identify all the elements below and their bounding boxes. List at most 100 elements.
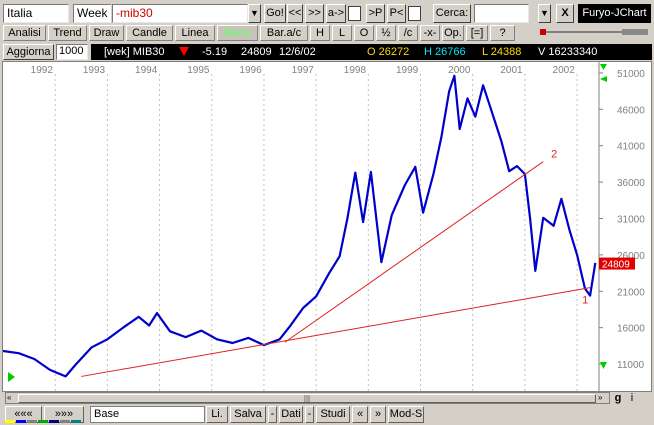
- brand-label: Furyo-JChart: [578, 4, 651, 23]
- bottom-bar: ««« »»» Base Li. Salva - Dati - Studi «» Mod-S: [0, 404, 654, 425]
- checkbox-2[interactable]: [408, 6, 421, 21]
- y-tick-label: 51000: [617, 69, 645, 80]
- x-tick-label: 1993: [83, 65, 106, 76]
- tab-12[interactable]: /c: [398, 25, 418, 41]
- change-value: -5.19: [202, 46, 228, 58]
- color-swatch-2[interactable]: [16, 420, 26, 423]
- x-tick-label: 1995: [187, 65, 210, 76]
- tab-2[interactable]: Trend: [48, 25, 87, 41]
- side-i-button[interactable]: i: [626, 392, 638, 404]
- right-marker-icon[interactable]: [600, 76, 607, 82]
- bottom-marker-icon[interactable]: [600, 362, 607, 369]
- scroll-thumb[interactable]: |||: [18, 394, 596, 403]
- first-button[interactable]: <<: [287, 4, 303, 23]
- tab-11[interactable]: ½: [376, 25, 396, 41]
- tab-13[interactable]: -x-: [420, 25, 440, 41]
- period-field[interactable]: Week: [73, 4, 111, 23]
- x-tick-label: 1997: [292, 65, 315, 76]
- bottom-button-8[interactable]: »: [370, 406, 386, 423]
- trendline-label: 1: [582, 295, 588, 307]
- bottom-button-5[interactable]: -: [305, 406, 314, 423]
- color-swatch-5[interactable]: [49, 420, 59, 423]
- last-value: 24809: [241, 46, 272, 58]
- date-value: 12/6/02: [279, 46, 316, 58]
- x-tick-label: 2000: [448, 65, 471, 76]
- close-button[interactable]: X: [556, 4, 574, 23]
- tab-8[interactable]: H: [310, 25, 330, 41]
- symbol-dropdown-icon[interactable]: ▼: [248, 4, 261, 23]
- instrument-label: [wek] MIB30: [104, 46, 165, 58]
- y-tick-label: 31000: [617, 214, 645, 225]
- color-swatch-3[interactable]: [27, 420, 37, 423]
- bottom-button-9[interactable]: Mod-S: [388, 406, 424, 423]
- side-g-button[interactable]: g: [612, 392, 624, 404]
- current-value-label: 24809: [602, 260, 630, 271]
- x-tick-label: 2002: [553, 65, 576, 76]
- bottom-button-2[interactable]: Salva: [230, 406, 266, 423]
- low-value: L 24388: [482, 46, 522, 58]
- trendline-1[interactable]: [81, 287, 591, 377]
- volume-value: V 16233340: [538, 46, 598, 58]
- open-value: O 26272: [367, 46, 410, 58]
- search-label-button[interactable]: Cerca:: [433, 4, 471, 23]
- main-toolbar: Italia Week -mib30 ▼ Go! << >> a-> >P P<…: [0, 0, 654, 26]
- bottom-button-1[interactable]: Li.: [206, 406, 228, 423]
- search-dropdown-icon[interactable]: ▼: [538, 4, 551, 23]
- checkbox-1[interactable]: [348, 6, 361, 21]
- bottom-button-7[interactable]: «: [352, 406, 368, 423]
- layout-name-input[interactable]: Base: [90, 406, 205, 423]
- y-tick-label: 16000: [617, 324, 645, 335]
- tab-15[interactable]: [=]: [466, 25, 488, 41]
- x-tick-label: 1998: [344, 65, 367, 76]
- bar-count-input[interactable]: 1000: [56, 44, 88, 60]
- slider-handle[interactable]: [540, 29, 546, 35]
- bottom-button-6[interactable]: Studi: [316, 406, 350, 423]
- price-chart[interactable]: 1992 1993 1994 1995 1996 1997 1998 1999 2000 2001…: [2, 61, 652, 392]
- tab-10[interactable]: O: [354, 25, 374, 41]
- quote-bar: [wek] MIB30 -5.19 24809 12/6/02 O 26272 …: [91, 44, 652, 60]
- tab-7[interactable]: Bar.a/c: [260, 25, 308, 41]
- tab-6[interactable]: Barre: [217, 25, 258, 41]
- y-tick-label: 11000: [617, 360, 645, 371]
- tab-14[interactable]: Op.: [442, 25, 464, 41]
- symbol-field[interactable]: -mib30: [112, 4, 248, 23]
- trendline-label: 2: [551, 149, 557, 161]
- scroll-left-icon[interactable]: «: [7, 393, 11, 403]
- tab-5[interactable]: Linea: [175, 25, 215, 41]
- x-tick-label: 2001: [500, 65, 523, 76]
- color-swatch-6[interactable]: [60, 420, 70, 423]
- down-arrow-icon: [179, 47, 189, 56]
- info-toolbar: Aggiorna 1000 [wek] MIB30 -5.19 24809 12…: [0, 43, 654, 61]
- x-tick-label: 1992: [31, 65, 54, 76]
- tab-1[interactable]: Analisi: [3, 25, 46, 41]
- p-arrow-button[interactable]: >P: [366, 4, 385, 23]
- tab-9[interactable]: L: [332, 25, 352, 41]
- chart-canvas: 1992 1993 1994 1995 1996 1997 1998 1999 2000 2001…: [3, 62, 645, 391]
- color-swatch-4[interactable]: [38, 420, 48, 423]
- x-tick-label: 1994: [135, 65, 158, 76]
- refresh-button[interactable]: Aggiorna: [3, 44, 54, 60]
- p-back-button[interactable]: P<: [387, 4, 406, 23]
- forward-button[interactable]: >>: [305, 4, 324, 23]
- trendline-2[interactable]: [284, 161, 544, 343]
- y-tick-label: 36000: [617, 178, 645, 189]
- bottom-button-4[interactable]: Dati: [279, 406, 303, 423]
- left-marker-icon[interactable]: [8, 372, 15, 382]
- tab-16[interactable]: ?: [490, 25, 515, 41]
- zoom-slider[interactable]: [540, 29, 648, 35]
- color-swatch-1[interactable]: [5, 420, 15, 423]
- y-tick-label: 41000: [617, 142, 645, 153]
- price-series-line: [3, 74, 597, 378]
- top-marker-icon[interactable]: [600, 64, 607, 70]
- tab-4[interactable]: Candle: [126, 25, 173, 41]
- bottom-button-3[interactable]: -: [268, 406, 277, 423]
- slider-range: [622, 29, 648, 35]
- color-swatch-7[interactable]: [71, 420, 81, 423]
- market-field[interactable]: Italia: [3, 4, 69, 23]
- scroll-right-icon[interactable]: »: [598, 393, 602, 403]
- a-arrow-button[interactable]: a->: [326, 4, 346, 23]
- go-button[interactable]: Go!: [264, 4, 286, 23]
- tab-3[interactable]: Draw: [89, 25, 124, 41]
- horizontal-scrollbar[interactable]: « ||| »: [5, 392, 610, 404]
- search-input[interactable]: [474, 4, 529, 23]
